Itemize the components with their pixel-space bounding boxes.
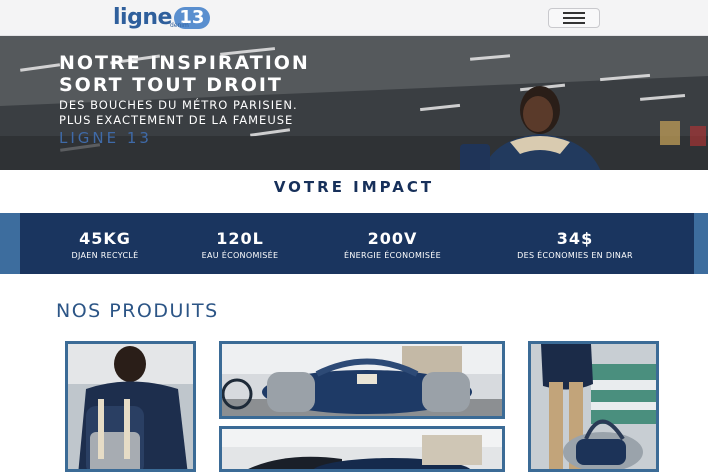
hero-brand-name: LIGNE 13 [59, 129, 152, 147]
stat-value: 200V [367, 229, 418, 248]
stat-value: 45KG [79, 229, 131, 248]
logo-subtitle: denim [170, 22, 189, 29]
impact-stat-energy: 200V ÉNERGIE ÉCONOMISÉE [315, 229, 470, 262]
stat-label: ÉNERGIE ÉCONOMISÉE [344, 251, 441, 260]
impact-section-title: VOTRE IMPACT [273, 178, 435, 196]
hero-person-image [460, 86, 601, 170]
duffel-bag-alt-product-image [222, 429, 502, 469]
logo-wordmark: ligne [113, 5, 172, 30]
stat-value: 120L [216, 229, 264, 248]
impact-stat-water: 120L EAU ÉCONOMISÉE [175, 229, 305, 262]
travel-bag-product-image [531, 344, 656, 469]
stat-label: EAU ÉCONOMISÉE [201, 251, 279, 260]
hamburger-menu-button[interactable] [548, 8, 600, 28]
product-card-travel-bag[interactable] [528, 341, 659, 472]
hero-title-line-2: SORT TOUT DROIT [59, 74, 283, 96]
hero-text-block: NOTRE INSPIRATION SORT TOUT DROIT DES BO… [59, 52, 310, 147]
hamburger-menu-icon-bar [563, 22, 585, 24]
stat-value: 34$ [556, 229, 594, 248]
hamburger-menu-icon-bar [563, 17, 585, 19]
products-section-title: NOS PRODUITS [56, 300, 219, 322]
brand-logo[interactable]: ligne denim 13 [113, 5, 210, 31]
hamburger-menu-icon [563, 12, 585, 14]
impact-stat-recycled: 45KG DJAEN RECYCLÉ [40, 229, 170, 262]
impact-stat-savings: 34$ DES ÉCONOMIES EN DINAR [485, 229, 665, 262]
backpack-product-image [68, 344, 193, 469]
hero-title-line-1: NOTRE INSPIRATION [59, 52, 310, 74]
hero-banner: NOTRE INSPIRATION SORT TOUT DROIT DES BO… [0, 36, 708, 170]
site-header: ligne denim 13 [0, 0, 708, 36]
product-card-duffel-bag-alt[interactable] [219, 426, 505, 472]
hero-subtitle-line-2: PLUS EXACTEMENT DE LA FAMEUSE [59, 113, 294, 127]
stat-label: DES ÉCONOMIES EN DINAR [517, 251, 633, 260]
stat-label: DJAEN RECYCLÉ [71, 251, 139, 260]
product-card-duffel-bag[interactable] [219, 341, 505, 419]
product-card-backpack[interactable] [65, 341, 196, 472]
duffel-bag-product-image [222, 344, 502, 416]
hero-subtitle-line-1: DES BOUCHES DU MÉTRO PARISIEN. [59, 98, 298, 112]
impact-stats-bar: 45KG DJAEN RECYCLÉ 120L EAU ÉCONOMISÉE 2… [20, 213, 694, 274]
